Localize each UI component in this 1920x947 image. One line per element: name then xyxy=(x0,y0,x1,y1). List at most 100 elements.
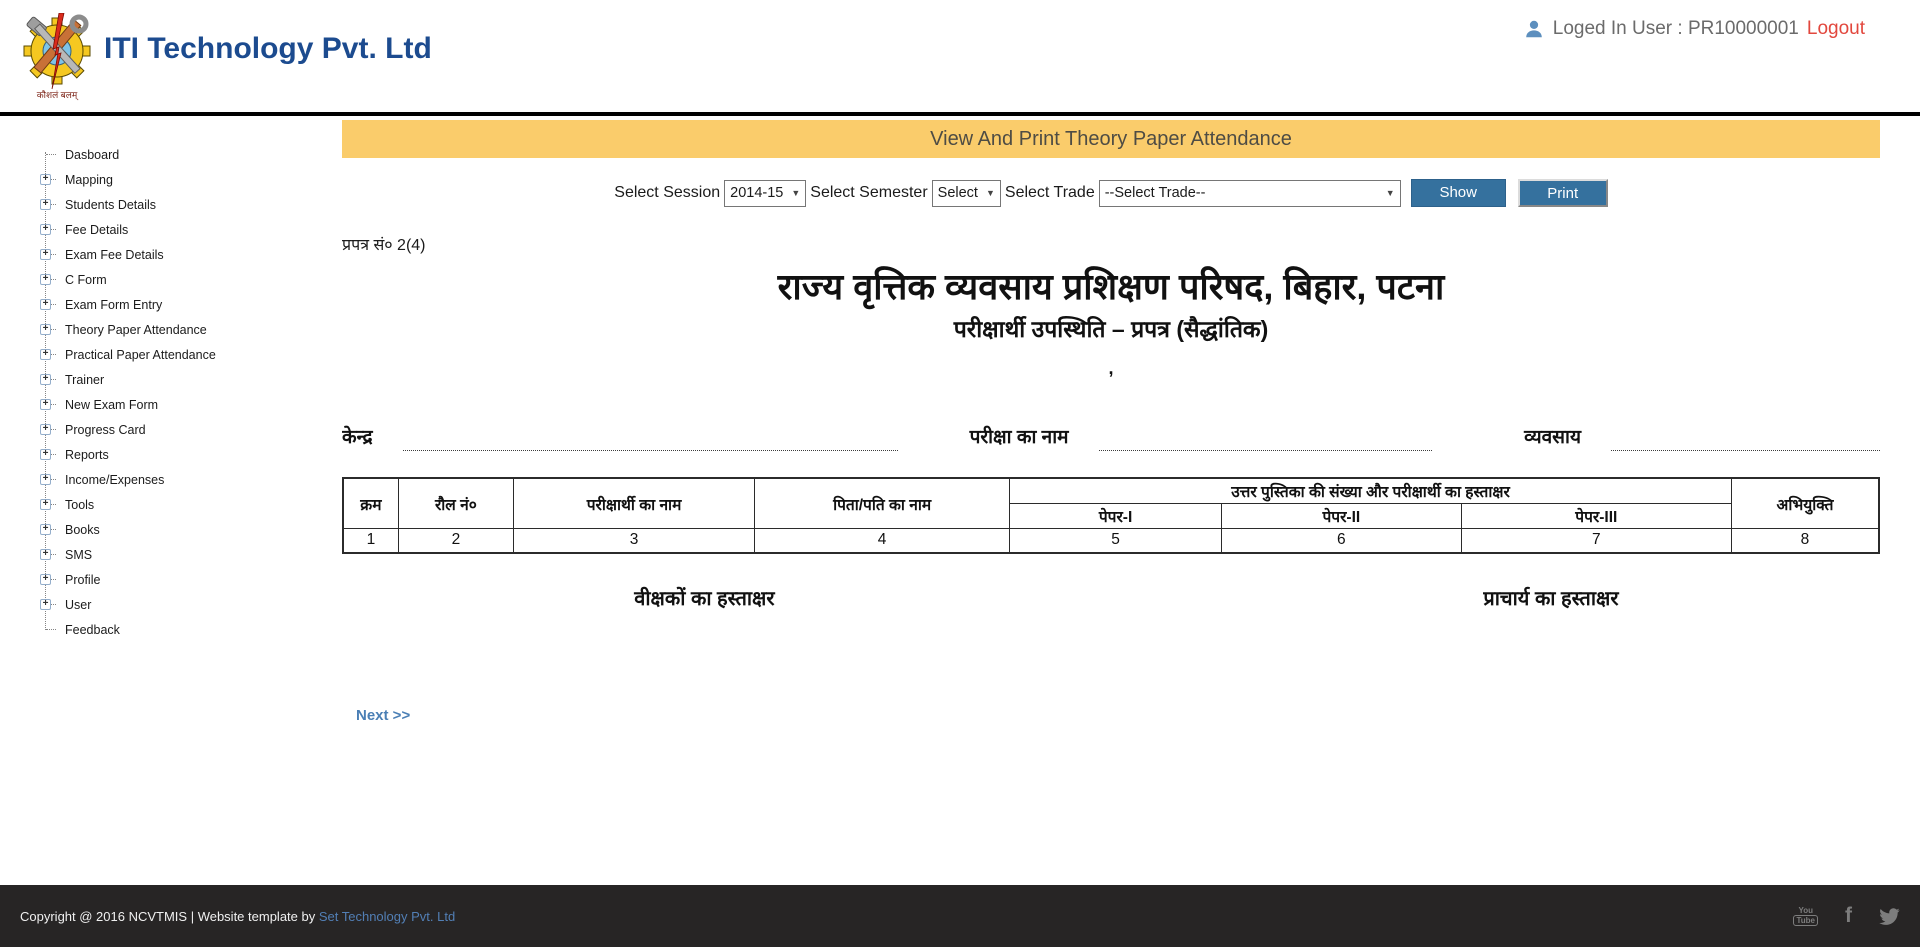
sidebar-item-label[interactable]: C Form xyxy=(65,273,107,287)
session-select[interactable]: 2014-15 ▼ xyxy=(724,180,806,207)
sidebar-item-label[interactable]: Mapping xyxy=(65,173,113,187)
sidebar-item-progress-card[interactable]: + Progress Card xyxy=(38,417,342,442)
sidebar-item-books[interactable]: + Books xyxy=(38,517,342,542)
sidebar-item-fee-details[interactable]: + Fee Details xyxy=(38,217,342,242)
sidebar-item-sms[interactable]: + SMS xyxy=(38,542,342,567)
trade-label: Select Trade xyxy=(1005,184,1095,202)
expand-plus-icon[interactable]: + xyxy=(40,274,51,285)
sidebar-item-students-details[interactable]: + Students Details xyxy=(38,192,342,217)
sidebar-item-label[interactable]: SMS xyxy=(65,548,92,562)
sidebar-item-label[interactable]: Reports xyxy=(65,448,109,462)
trade-select[interactable]: --Select Trade-- ▼ xyxy=(1099,180,1401,207)
trade-select-value: --Select Trade-- xyxy=(1105,185,1206,201)
expand-plus-icon[interactable]: + xyxy=(40,524,51,535)
sidebar-item-reports[interactable]: + Reports xyxy=(38,442,342,467)
table-cell: 1 xyxy=(343,529,398,553)
semester-select-value: Select xyxy=(938,185,978,201)
copyright-static: Copyright @ 2016 NCVTMIS | Website templ… xyxy=(20,909,319,924)
chevron-down-icon: ▼ xyxy=(791,188,800,198)
sidebar-item-profile[interactable]: + Profile xyxy=(38,567,342,592)
form-comma: , xyxy=(342,358,1880,379)
expand-plus-icon[interactable]: + xyxy=(40,349,51,360)
filters-bar: Select Session 2014-15 ▼ Select Semester… xyxy=(342,179,1880,207)
table-cell: 7 xyxy=(1461,529,1731,553)
expand-plus-icon[interactable]: + xyxy=(40,224,51,235)
semester-select[interactable]: Select ▼ xyxy=(932,180,1001,207)
expand-plus-icon[interactable]: + xyxy=(40,174,51,185)
sidebar-item-income-expenses[interactable]: + Income/Expenses xyxy=(38,467,342,492)
expand-plus-icon[interactable]: + xyxy=(40,199,51,210)
expand-plus-icon[interactable]: + xyxy=(40,324,51,335)
sidebar-item-label[interactable]: Students Details xyxy=(65,198,156,212)
expand-plus-icon[interactable]: + xyxy=(40,574,51,585)
sidebar-item-label[interactable]: Feedback xyxy=(65,623,120,637)
sidebar-item-label[interactable]: Theory Paper Attendance xyxy=(65,323,207,337)
kendra-label: केन्द्र xyxy=(342,423,373,451)
expand-plus-icon[interactable]: + xyxy=(40,299,51,310)
expand-plus-icon[interactable]: + xyxy=(40,374,51,385)
expand-plus-icon[interactable]: + xyxy=(40,549,51,560)
sidebar-item-theory-paper-attendance[interactable]: + Theory Paper Attendance xyxy=(38,317,342,342)
sidebar-item-dasboard[interactable]: Dasboard xyxy=(38,142,342,167)
next-link[interactable]: Next >> xyxy=(356,707,410,724)
sidebar-item-label[interactable]: Profile xyxy=(65,573,100,587)
expand-plus-icon[interactable]: + xyxy=(40,399,51,410)
sidebar-item-user[interactable]: + User xyxy=(38,592,342,617)
sidebar-item-exam-form-entry[interactable]: + Exam Form Entry xyxy=(38,292,342,317)
form-subtitle: परीक्षार्थी उपस्थिति – प्रपत्र (सैद्धांत… xyxy=(342,312,1880,344)
table-cell: 2 xyxy=(398,529,513,553)
signatures-row: वीक्षकों का हस्ताक्षर प्राचार्य का हस्ता… xyxy=(342,584,1880,611)
sidebar-item-tools[interactable]: + Tools xyxy=(38,492,342,517)
sidebar-item-label[interactable]: Exam Fee Details xyxy=(65,248,164,262)
sidebar-item-label[interactable]: Progress Card xyxy=(65,423,146,437)
sidebar-item-mapping[interactable]: + Mapping xyxy=(38,167,342,192)
sidebar-item-label[interactable]: Dasboard xyxy=(65,148,119,162)
col-header-paper2: पेपर-II xyxy=(1222,504,1462,529)
logged-in-user-text: Loged In User : PR10000001 xyxy=(1553,18,1799,40)
col-header-group: उत्तर पुस्तिका की संख्या और परीक्षार्थी … xyxy=(1010,478,1732,504)
form-fields-row: केन्द्र परीक्षा का नाम व्यवसाय xyxy=(342,423,1880,451)
expand-plus-icon[interactable]: + xyxy=(40,449,51,460)
facebook-icon[interactable]: f xyxy=(1845,906,1852,926)
sidebar-item-label[interactable]: Practical Paper Attendance xyxy=(65,348,216,362)
sidebar-item-practical-paper-attendance[interactable]: + Practical Paper Attendance xyxy=(38,342,342,367)
brand-title: ITI Technology Pvt. Ltd xyxy=(104,32,432,66)
chevron-down-icon: ▼ xyxy=(1386,188,1395,198)
logout-link[interactable]: Logout xyxy=(1807,18,1865,40)
sidebar-item-label[interactable]: Trainer xyxy=(65,373,104,387)
show-button[interactable]: Show xyxy=(1411,179,1506,207)
expand-plus-icon[interactable]: + xyxy=(40,249,51,260)
invigilator-signature-label: वीक्षकों का हस्ताक्षर xyxy=(634,584,774,611)
sidebar-item-label[interactable]: New Exam Form xyxy=(65,398,158,412)
form-number: प्रपत्र सं० 2(4) xyxy=(342,233,1880,255)
exam-name-label: परीक्षा का नाम xyxy=(970,423,1069,451)
template-credit-link[interactable]: Set Technology Pvt. Ltd xyxy=(319,909,455,924)
sidebar-item-label[interactable]: Tools xyxy=(65,498,94,512)
print-button[interactable]: Print xyxy=(1518,179,1608,207)
sidebar-item-feedback[interactable]: Feedback xyxy=(38,617,342,642)
attendance-table: क्रम रौल नं० परीक्षार्थी का नाम पिता/पति… xyxy=(342,477,1880,554)
expand-plus-icon[interactable]: + xyxy=(40,474,51,485)
twitter-icon[interactable] xyxy=(1879,908,1900,925)
table-cell: 4 xyxy=(755,529,1010,553)
sidebar-item-label[interactable]: User xyxy=(65,598,91,612)
expand-plus-icon[interactable]: + xyxy=(40,499,51,510)
sidebar-item-label[interactable]: Exam Form Entry xyxy=(65,298,162,312)
kendra-blank-line xyxy=(403,432,898,451)
table-number-row: 1 2 3 4 5 6 7 8 xyxy=(343,529,1879,553)
sidebar-item-exam-fee-details[interactable]: + Exam Fee Details xyxy=(38,242,342,267)
sidebar-item-label[interactable]: Fee Details xyxy=(65,223,128,237)
main-content: View And Print Theory Paper Attendance S… xyxy=(342,116,1920,885)
exam-name-blank-line xyxy=(1099,432,1433,451)
expand-plus-icon[interactable]: + xyxy=(40,424,51,435)
sidebar-item-new-exam-form[interactable]: + New Exam Form xyxy=(38,392,342,417)
svg-text:कौशलं बलम्: कौशलं बलम् xyxy=(37,89,80,101)
sidebar-item-label[interactable]: Income/Expenses xyxy=(65,473,164,487)
chevron-down-icon: ▼ xyxy=(986,188,995,198)
sidebar-item-c-form[interactable]: + C Form xyxy=(38,267,342,292)
iti-logo-icon: कौशलं बलम् xyxy=(20,13,94,101)
sidebar-item-label[interactable]: Books xyxy=(65,523,100,537)
expand-plus-icon[interactable]: + xyxy=(40,599,51,610)
sidebar-item-trainer[interactable]: + Trainer xyxy=(38,367,342,392)
youtube-icon[interactable]: YouTube xyxy=(1793,907,1818,926)
